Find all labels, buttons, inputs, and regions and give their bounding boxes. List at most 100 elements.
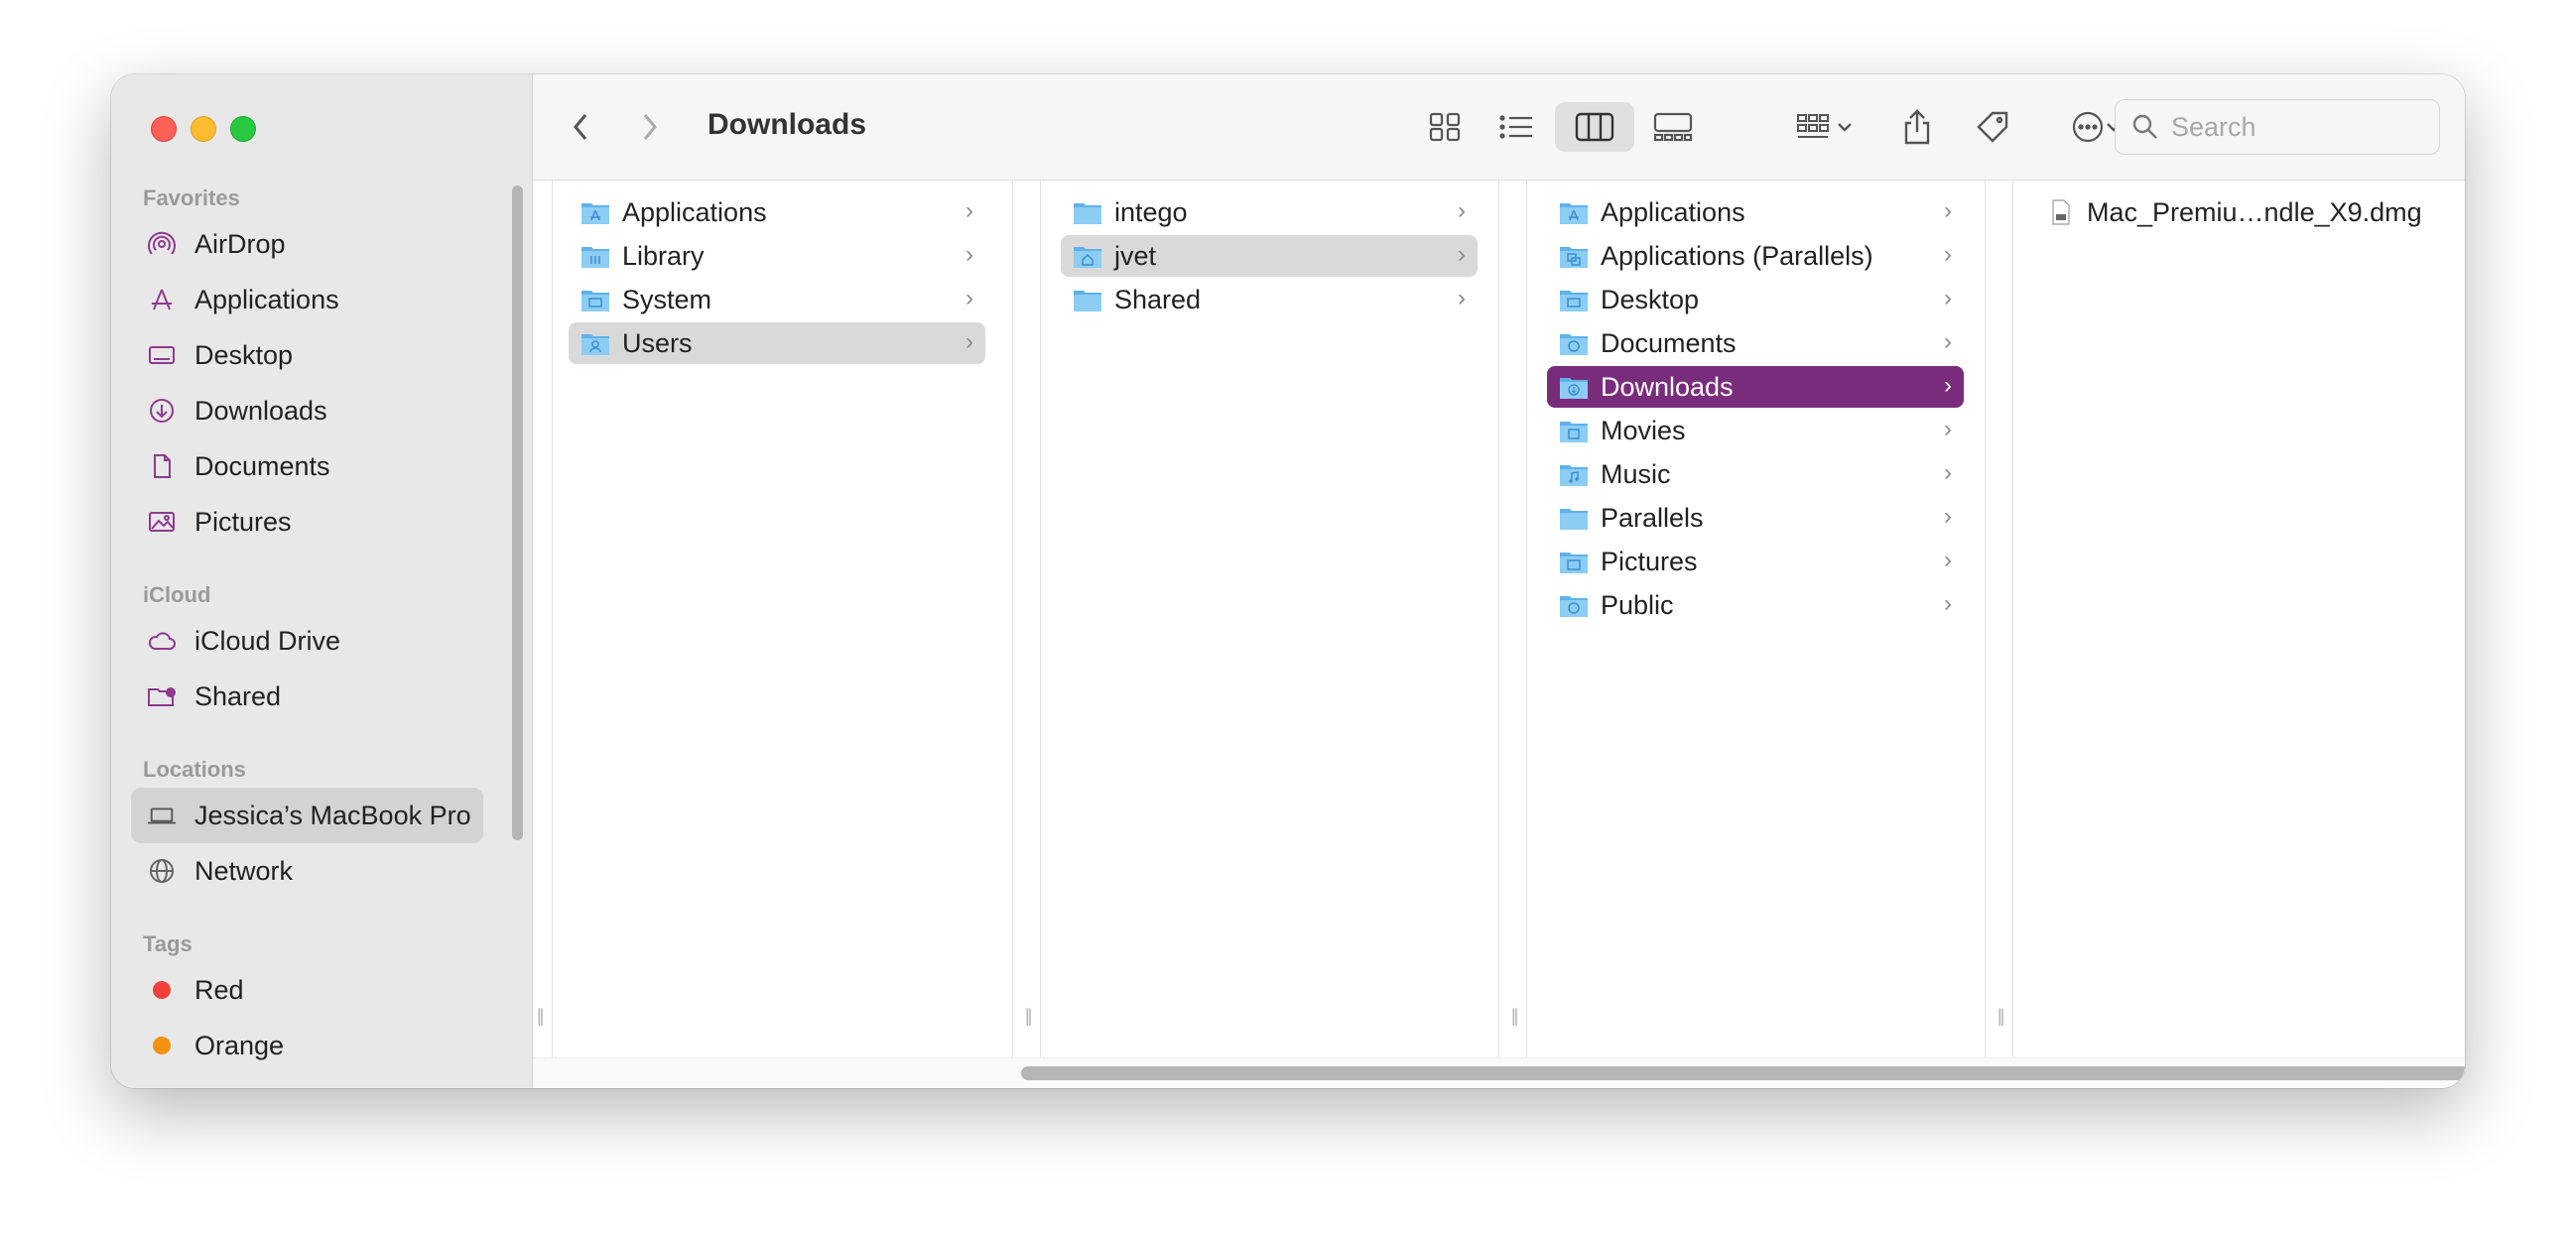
sidebar-item-network[interactable]: Network [131, 843, 483, 899]
column-row-selected[interactable]: jvet › [1061, 235, 1478, 277]
chevron-right-icon: › [1944, 372, 1952, 399]
sidebar-section-tags: Tags [143, 931, 193, 956]
group-button[interactable] [1785, 102, 1865, 152]
column-resize-handle[interactable]: || [537, 1006, 545, 1027]
search-placeholder: Search [2171, 111, 2256, 142]
sidebar-item-label: Orange [194, 1030, 285, 1060]
sidebar-item-macbook[interactable]: Jessica’s MacBook Pro [131, 788, 483, 843]
globe-icon [147, 856, 177, 886]
list-icon [1499, 115, 1532, 139]
column-row[interactable]: Library › [569, 235, 985, 277]
shared-folder-icon [147, 681, 177, 711]
pictures-folder-icon [1560, 553, 1588, 573]
sidebar-section-favorites: Favorites [143, 185, 240, 210]
parallels-apps-folder-icon [1560, 247, 1588, 268]
chevron-right-icon: › [966, 197, 973, 224]
group-icon [1797, 114, 1829, 138]
column-row[interactable]: Documents › [1547, 322, 1964, 364]
row-label: Movies [1601, 415, 1686, 445]
column-row[interactable]: Applications › [1547, 191, 1964, 233]
gallery-view-button[interactable] [1642, 102, 1704, 152]
column-row[interactable]: Desktop › [1547, 279, 1964, 320]
sidebar-item-downloads[interactable]: Downloads [131, 383, 483, 438]
chevron-left-icon [574, 114, 587, 140]
sidebar-item-applications[interactable]: Applications [131, 272, 483, 327]
sidebar-item-pictures[interactable]: Pictures [131, 494, 483, 550]
zoom-button[interactable] [230, 116, 256, 142]
chevron-right-icon: › [966, 328, 973, 355]
documents-folder-icon [1560, 334, 1588, 355]
column-3: Applications › Applications (Parallels) … [1511, 181, 1986, 1060]
minimize-button[interactable] [191, 116, 216, 142]
column-row-selected[interactable]: Downloads › [1547, 366, 1964, 408]
sidebar-item-label: Pictures [194, 506, 292, 537]
column-row[interactable]: Applications › [569, 191, 985, 233]
sidebar-item-documents[interactable]: Documents [131, 438, 483, 494]
column-1: Applications › Library › System › Users … [537, 181, 1013, 1060]
sidebar-item-tag-red[interactable]: Red [131, 962, 483, 1018]
tags-button[interactable] [1966, 102, 2019, 152]
column-row[interactable]: intego › [1061, 191, 1478, 233]
row-label: Public [1601, 589, 1674, 620]
forward-button[interactable] [630, 102, 670, 152]
column-resize-handle[interactable]: || [1025, 1006, 1033, 1027]
column-gutter [1499, 181, 1527, 1060]
search-field[interactable]: Search [2115, 99, 2440, 155]
back-button[interactable] [561, 102, 600, 152]
disk-image-file-icon [2052, 199, 2070, 225]
column-gutter [533, 181, 553, 1060]
column-gutter [1013, 181, 1041, 1060]
chevron-right-icon: › [1944, 547, 1952, 573]
column-row[interactable]: Parallels › [1547, 497, 1964, 539]
chevron-right-icon: › [1458, 241, 1466, 268]
sidebar-item-label: Red [194, 974, 244, 1005]
list-view-button[interactable] [1485, 102, 1547, 152]
desktop-folder-icon [1560, 291, 1588, 311]
applications-folder-icon [581, 203, 609, 224]
column-gutter [1986, 181, 2013, 1060]
column-row[interactable]: Movies › [1547, 410, 1964, 451]
file-row[interactable]: Mac_Premiu…ndle_X9.dmg [2033, 191, 2450, 233]
public-folder-icon [1560, 596, 1588, 617]
chevron-right-icon: › [1944, 285, 1952, 311]
pictures-icon [147, 507, 177, 537]
sidebar-item-label: Documents [194, 450, 330, 481]
row-label: Downloads [1601, 371, 1734, 402]
column-row[interactable]: System › [569, 279, 985, 320]
close-button[interactable] [151, 116, 177, 142]
column-row[interactable]: Applications (Parallels) › [1547, 235, 1964, 277]
applications-icon [147, 285, 177, 314]
icon-view-button[interactable] [1414, 102, 1476, 152]
sidebar-item-label: Jessica’s MacBook Pro [194, 800, 471, 830]
sidebar-item-airdrop[interactable]: AirDrop [131, 216, 483, 272]
gallery-icon [1653, 112, 1693, 142]
sidebar-item-icloud-drive[interactable]: iCloud Drive [131, 613, 483, 669]
sidebar: Favorites AirDrop Applications Desktop D… [111, 74, 533, 1088]
chevron-right-icon [643, 114, 657, 140]
chevron-right-icon: › [1944, 241, 1952, 268]
column-view-button[interactable] [1555, 102, 1634, 152]
horizontal-scrollbar[interactable] [1021, 1066, 2465, 1080]
column-row[interactable]: Music › [1547, 453, 1964, 495]
sidebar-section-locations: Locations [143, 757, 246, 782]
column-row-selected[interactable]: Users › [569, 322, 985, 364]
sidebar-item-desktop[interactable]: Desktop [131, 327, 483, 383]
column-resize-handle[interactable]: || [1997, 1006, 2005, 1027]
row-label: Mac_Premiu…ndle_X9.dmg [2087, 196, 2422, 227]
column-row[interactable]: Public › [1547, 584, 1964, 626]
column-row[interactable]: Pictures › [1547, 541, 1964, 582]
column-4: Mac_Premiu…ndle_X9.dmg || [1997, 181, 2465, 1060]
sidebar-item-tag-orange[interactable]: Orange [131, 1018, 483, 1073]
sidebar-item-label: Shared [194, 680, 282, 711]
share-button[interactable] [1892, 102, 1942, 152]
row-label: Music [1601, 458, 1671, 489]
row-label: Shared [1114, 284, 1202, 314]
chevron-right-icon: › [1944, 503, 1952, 530]
chevron-down-icon [1838, 123, 1852, 132]
sidebar-scrollbar[interactable] [512, 185, 523, 840]
row-label: Applications [622, 196, 767, 227]
sidebar-item-shared[interactable]: Shared [131, 669, 483, 724]
cloud-icon [147, 626, 177, 656]
column-row[interactable]: Shared › [1061, 279, 1478, 320]
column-resize-handle[interactable]: || [1511, 1006, 1519, 1027]
